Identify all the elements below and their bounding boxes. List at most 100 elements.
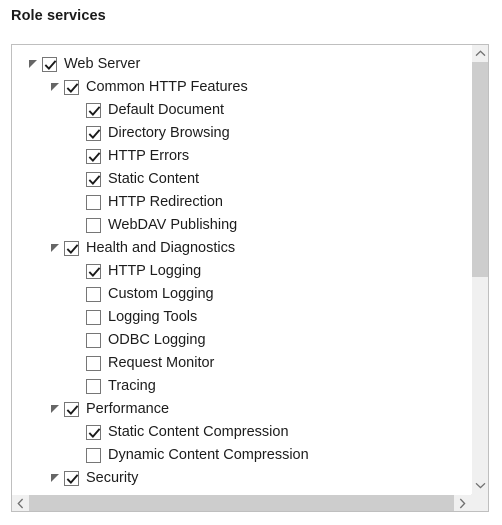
checkbox-unchecked[interactable] <box>86 333 101 348</box>
expander-placeholder <box>70 191 86 214</box>
chevron-up-icon <box>475 50 485 57</box>
expander-triangle-icon[interactable] <box>48 467 64 490</box>
tree-item-label: ODBC Logging <box>108 332 206 348</box>
tree-item-label: Custom Logging <box>108 286 214 302</box>
tree-item[interactable]: ODBC Logging <box>12 329 471 352</box>
tree-item[interactable]: HTTP Redirection <box>12 191 471 214</box>
tree-item-label: Health and Diagnostics <box>86 240 236 256</box>
checkbox-checked[interactable] <box>86 425 101 440</box>
checkbox-checked[interactable] <box>64 80 79 95</box>
expander-triangle-icon[interactable] <box>48 237 64 260</box>
scroll-up-button[interactable] <box>472 45 488 62</box>
chevron-down-icon <box>475 482 485 489</box>
tree-item[interactable]: Custom Logging <box>12 283 471 306</box>
vertical-scrollbar[interactable] <box>471 45 488 494</box>
checkbox-checked[interactable] <box>86 172 101 187</box>
scrollbar-corner <box>471 494 488 511</box>
tree-item[interactable]: Static Content <box>12 168 471 191</box>
tree-item-label: Request Monitor <box>108 355 215 371</box>
expander-triangle-icon[interactable] <box>26 53 42 76</box>
checkbox-checked[interactable] <box>86 126 101 141</box>
tree-item-label: Security <box>86 470 139 486</box>
tree-item[interactable]: Static Content Compression <box>12 421 471 444</box>
tree-item[interactable]: Logging Tools <box>12 306 471 329</box>
checkmark-icon <box>88 106 101 117</box>
scroll-right-button[interactable] <box>454 495 471 511</box>
checkbox-checked[interactable] <box>86 264 101 279</box>
expander-placeholder <box>70 306 86 329</box>
tree-item-label: Dynamic Content Compression <box>108 447 309 463</box>
checkmark-icon <box>44 60 57 71</box>
checkbox-checked[interactable] <box>64 402 79 417</box>
tree-item[interactable]: Default Document <box>12 99 471 122</box>
tree-item[interactable]: Health and Diagnostics <box>12 237 471 260</box>
expander-placeholder <box>70 352 86 375</box>
chevron-right-icon <box>459 498 466 508</box>
expander-triangle-icon[interactable] <box>48 398 64 421</box>
expander-placeholder <box>70 145 86 168</box>
horizontal-scroll-thumb[interactable] <box>29 495 454 511</box>
checkmark-icon <box>88 428 101 439</box>
triangle-expanded-icon <box>29 60 37 68</box>
tree-item[interactable]: Common HTTP Features <box>12 76 471 99</box>
checkbox-unchecked[interactable] <box>86 379 101 394</box>
chevron-left-icon <box>17 498 24 508</box>
tree-row-list: Web Server Common HTTP Features Default Do… <box>12 53 471 490</box>
checkbox-checked[interactable] <box>64 471 79 486</box>
expander-placeholder <box>70 444 86 467</box>
expander-placeholder <box>70 375 86 398</box>
tree-item[interactable]: Security <box>12 467 471 490</box>
vertical-scroll-thumb[interactable] <box>472 62 488 277</box>
triangle-expanded-icon <box>51 474 59 482</box>
tree-item[interactable]: HTTP Errors <box>12 145 471 168</box>
expander-placeholder <box>70 122 86 145</box>
tree-item-label: Default Document <box>108 102 225 118</box>
expander-triangle-icon[interactable] <box>48 76 64 99</box>
tree-item-label: Static Content Compression <box>108 424 289 440</box>
expander-placeholder <box>70 329 86 352</box>
tree-item-label: Static Content <box>108 171 200 187</box>
checkmark-icon <box>66 83 79 94</box>
expander-placeholder <box>70 99 86 122</box>
triangle-expanded-icon <box>51 244 59 252</box>
checkbox-checked[interactable] <box>42 57 57 72</box>
tree-item-label: HTTP Redirection <box>108 194 223 210</box>
checkmark-icon <box>88 175 101 186</box>
triangle-expanded-icon <box>51 83 59 91</box>
expander-placeholder <box>70 283 86 306</box>
tree-item[interactable]: Performance <box>12 398 471 421</box>
checkbox-checked[interactable] <box>86 103 101 118</box>
tree-item[interactable]: Dynamic Content Compression <box>12 444 471 467</box>
scroll-left-button[interactable] <box>12 495 29 511</box>
tree-viewport: Web Server Common HTTP Features Default Do… <box>12 45 471 494</box>
triangle-expanded-icon <box>51 405 59 413</box>
checkbox-unchecked[interactable] <box>86 310 101 325</box>
scroll-down-button[interactable] <box>472 477 488 494</box>
tree-item[interactable]: Request Monitor <box>12 352 471 375</box>
checkbox-unchecked[interactable] <box>86 448 101 463</box>
tree-item-label: Tracing <box>108 378 156 394</box>
tree-item[interactable]: Web Server <box>12 53 471 76</box>
role-services-tree-panel: Web Server Common HTTP Features Default Do… <box>11 44 489 512</box>
checkmark-icon <box>88 129 101 140</box>
tree-item-label: Logging Tools <box>108 309 198 325</box>
expander-placeholder <box>70 421 86 444</box>
tree-item[interactable]: Directory Browsing <box>12 122 471 145</box>
tree-item[interactable]: Tracing <box>12 375 471 398</box>
checkbox-unchecked[interactable] <box>86 356 101 371</box>
tree-item-label: HTTP Logging <box>108 263 202 279</box>
tree-item-label: Performance <box>86 401 170 417</box>
checkbox-unchecked[interactable] <box>86 218 101 233</box>
horizontal-scrollbar[interactable] <box>12 494 471 511</box>
tree-item[interactable]: WebDAV Publishing <box>12 214 471 237</box>
checkbox-checked[interactable] <box>64 241 79 256</box>
tree-item-label: WebDAV Publishing <box>108 217 238 233</box>
tree-item-label: Directory Browsing <box>108 125 230 141</box>
tree-item-label: Web Server <box>64 56 141 72</box>
checkmark-icon <box>88 152 101 163</box>
checkbox-unchecked[interactable] <box>86 195 101 210</box>
checkbox-checked[interactable] <box>86 149 101 164</box>
tree-item[interactable]: HTTP Logging <box>12 260 471 283</box>
checkbox-unchecked[interactable] <box>86 287 101 302</box>
checkmark-icon <box>66 474 79 485</box>
